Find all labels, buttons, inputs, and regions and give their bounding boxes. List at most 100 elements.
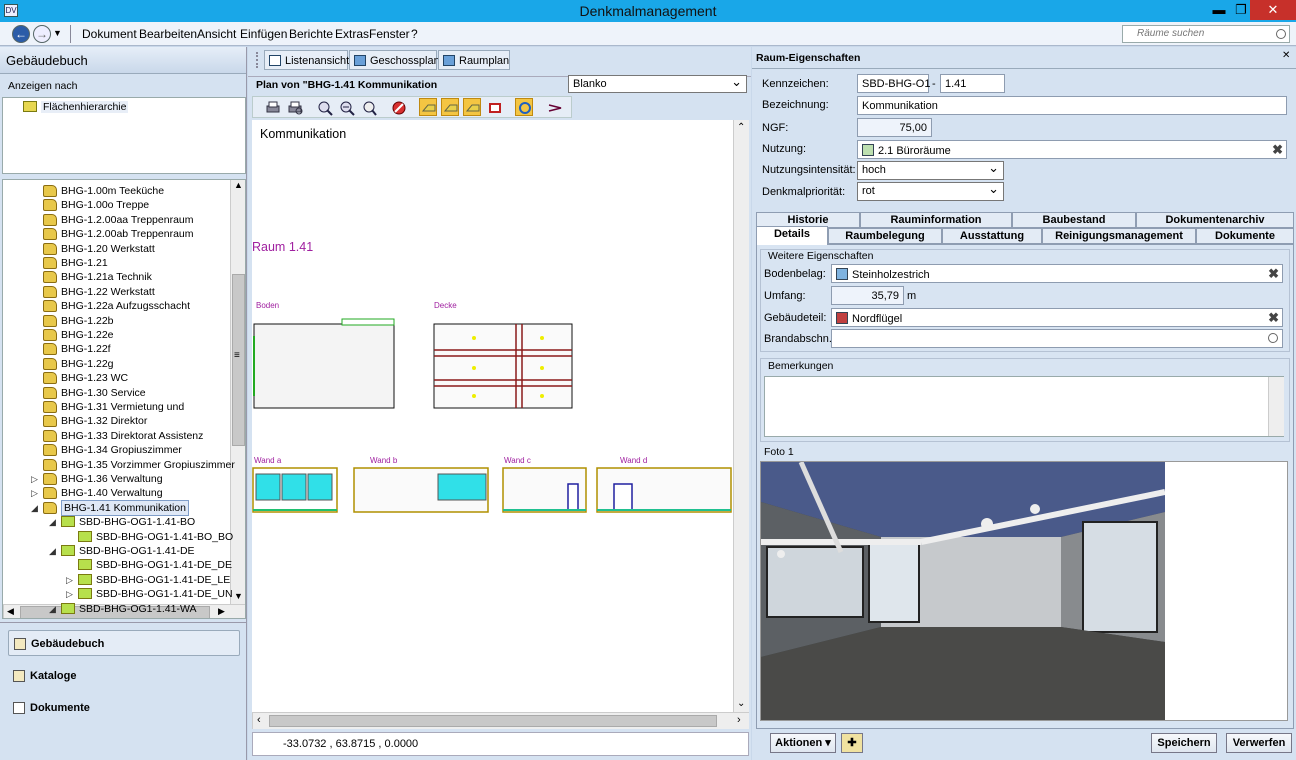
tree-expander-icon[interactable]: ◢: [49, 544, 56, 558]
tree-item-label: SBD-BHG-OG1-1.41-BO: [79, 516, 196, 529]
room-icon: [43, 473, 57, 485]
gebaeudeteil-field[interactable]: Nordflügel ✖: [831, 308, 1283, 327]
history-dropdown-icon[interactable]: ▼: [53, 28, 62, 38]
scroll-down-icon[interactable]: ▼: [234, 591, 243, 601]
tab-baubestand[interactable]: Baubestand: [1012, 212, 1136, 228]
intensitaet-select[interactable]: hoch: [857, 160, 1004, 180]
tree-expander-icon[interactable]: ▷: [31, 486, 38, 500]
room-plan-button[interactable]: Raumplan: [438, 50, 510, 70]
umfang-field[interactable]: 35,79: [831, 286, 904, 305]
window-title: Denkmalmanagement: [579, 3, 717, 19]
kennzeichen-suffix-field[interactable]: 1.41: [940, 74, 1005, 93]
canvas-hscroll-thumb[interactable]: [269, 715, 717, 727]
bemerkungen-textarea[interactable]: [764, 376, 1284, 437]
hierarchy-item[interactable]: Flächenhierarchie: [41, 101, 129, 113]
scroll-up-icon[interactable]: ▲: [234, 180, 243, 190]
scroll-left-icon[interactable]: ◀: [7, 606, 14, 617]
room-icon: [43, 501, 57, 514]
layer-3-icon[interactable]: [463, 98, 481, 116]
back-arrow-icon[interactable]: ←: [12, 25, 30, 43]
tab-dokumente[interactable]: Dokumente: [1196, 228, 1294, 244]
list-view-button[interactable]: Listenansicht: [264, 50, 349, 70]
measure-icon[interactable]: [545, 98, 563, 116]
refresh-icon[interactable]: [515, 98, 533, 116]
canvas-scroll-up-icon[interactable]: ⌃: [737, 122, 745, 133]
menu-dokument[interactable]: Dokument: [82, 27, 137, 41]
clear-icon[interactable]: ✖: [1268, 311, 1279, 324]
layer-2-icon[interactable]: [441, 98, 459, 116]
menu-fenster[interactable]: Fenster: [369, 27, 410, 41]
menu-extras[interactable]: Extras: [335, 27, 369, 41]
close-pane-icon[interactable]: ✕: [1282, 50, 1290, 61]
stop-icon[interactable]: [389, 98, 407, 116]
canvas-vertical-scrollbar[interactable]: ⌃ ⌄: [733, 120, 749, 712]
zoom-fit-icon[interactable]: [359, 98, 377, 116]
tree-item-label: BHG-1.22b: [61, 314, 114, 327]
add-item-icon[interactable]: ✚: [841, 733, 863, 753]
layer-1-icon[interactable]: [419, 98, 437, 116]
forward-arrow-icon[interactable]: →: [33, 25, 51, 43]
room-search-input[interactable]: Räume suchen: [1122, 25, 1290, 43]
clear-icon[interactable]: ✖: [1272, 143, 1283, 156]
tab-details[interactable]: Details: [756, 226, 828, 245]
menu-ansicht[interactable]: Ansicht: [197, 27, 236, 41]
floor-label: Boden: [256, 301, 280, 310]
wall-elevations-drawing: [252, 467, 732, 513]
layer-red-icon[interactable]: [485, 98, 503, 116]
tree-item-label: BHG-1.36 Verwaltung: [61, 473, 163, 485]
ngf-field[interactable]: 75,00: [857, 118, 932, 137]
close-button[interactable]: ✕: [1250, 0, 1296, 20]
textarea-scrollbar[interactable]: [1268, 377, 1284, 436]
building-part-icon: [836, 312, 848, 324]
print-icon[interactable]: [263, 98, 281, 116]
search-icon[interactable]: [1276, 29, 1286, 39]
nav-dokumente[interactable]: Dokumente: [8, 695, 240, 721]
document-icon: [13, 702, 25, 714]
tab-dokumentenarchiv[interactable]: Dokumentenarchiv: [1136, 212, 1294, 228]
nutzung-field[interactable]: 2.1 Büroräume ✖: [857, 140, 1287, 159]
print-preview-icon[interactable]: [285, 98, 303, 116]
room-plan-label: Raumplan: [459, 55, 510, 67]
canvas-scroll-left-icon[interactable]: ‹: [257, 714, 261, 726]
menu-help[interactable]: ?: [411, 27, 418, 41]
plan-canvas[interactable]: Kommunikation Raum 1.41 Boden Decke Wand…: [252, 120, 733, 712]
zoom-out-icon[interactable]: [337, 98, 355, 116]
tree-expander-icon[interactable]: ◢: [49, 602, 56, 616]
lookup-search-icon[interactable]: [1268, 333, 1278, 343]
speichern-button[interactable]: Speichern: [1151, 733, 1217, 753]
tree-expander-icon[interactable]: ◢: [31, 501, 38, 515]
zoom-in-icon[interactable]: [315, 98, 333, 116]
scroll-right-icon[interactable]: ▶: [218, 606, 225, 617]
clear-icon[interactable]: ✖: [1268, 267, 1279, 280]
bodenbelag-field[interactable]: Steinholzestrich ✖: [831, 264, 1283, 283]
tree-expander-icon[interactable]: ◢: [49, 515, 56, 529]
room-label: Raum 1.41: [252, 240, 314, 254]
menu-berichte[interactable]: Berichte: [289, 27, 333, 41]
tree-expander-icon[interactable]: ▷: [31, 472, 38, 486]
plan-template-select[interactable]: Blanko: [568, 74, 747, 93]
verwerfen-button[interactable]: Verwerfen: [1226, 733, 1292, 753]
tab-rauminformation[interactable]: Rauminformation: [860, 212, 1012, 228]
floor-covering-icon: [836, 268, 848, 280]
brandabschn-field[interactable]: [831, 329, 1283, 348]
bezeichnung-field[interactable]: Kommunikation: [857, 96, 1287, 115]
nav-kataloge[interactable]: Kataloge: [8, 663, 240, 689]
tree-expander-icon[interactable]: ▷: [66, 573, 73, 587]
menu-einfuegen[interactable]: Einfügen: [240, 27, 287, 41]
canvas-scroll-down-icon[interactable]: ⌄: [737, 698, 745, 709]
floor-plan-button[interactable]: Geschossplan: [349, 50, 440, 70]
canvas-horizontal-scrollbar[interactable]: ‹ ›: [252, 712, 749, 729]
canvas-scroll-right-icon[interactable]: ›: [737, 714, 741, 726]
tree-item-label: SBD-BHG-OG1-1.41-DE_UN: [96, 588, 233, 601]
aktionen-button[interactable]: Aktionen ▾: [770, 733, 836, 753]
tab-raumbelegung[interactable]: Raumbelegung: [828, 228, 942, 244]
bezeichnung-label: Bezeichnung:: [762, 99, 829, 111]
tab-reinigungsmanagement[interactable]: Reinigungsmanagement: [1042, 228, 1196, 244]
menu-bearbeiten[interactable]: Bearbeiten: [139, 27, 197, 41]
tab-ausstattung[interactable]: Ausstattung: [942, 228, 1042, 244]
prioritaet-select[interactable]: rot: [857, 181, 1004, 201]
surface-icon: [61, 545, 75, 556]
nav-gebaeudebuch[interactable]: Gebäudebuch: [8, 630, 240, 656]
kennzeichen-field[interactable]: SBD-BHG-O1: [857, 74, 930, 93]
tree-expander-icon[interactable]: ▷: [66, 587, 73, 601]
